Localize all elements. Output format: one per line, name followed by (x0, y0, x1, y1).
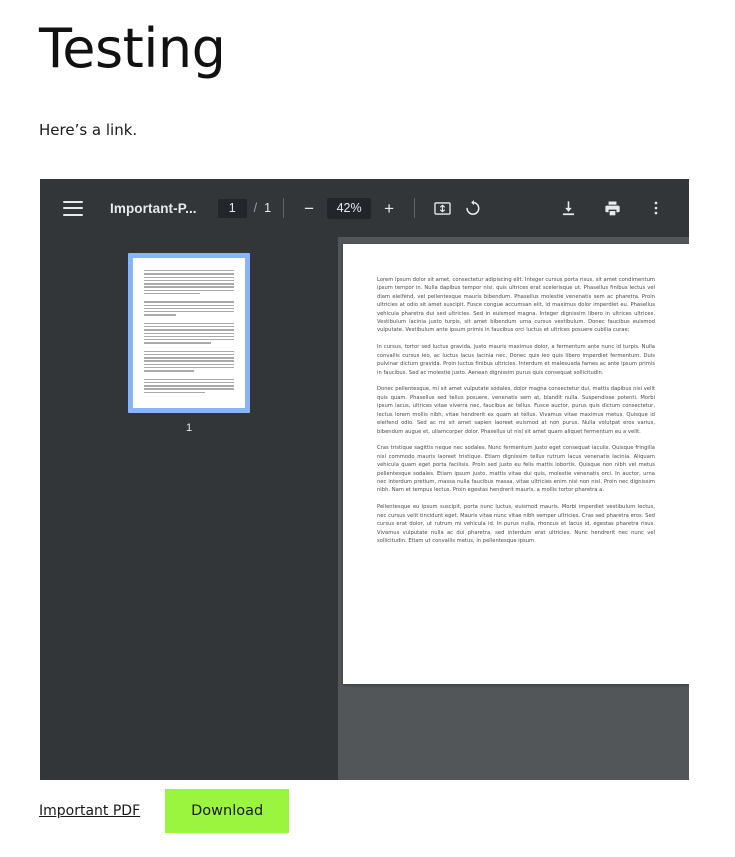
thumbnail-item[interactable] (128, 253, 250, 413)
pdf-page: Lorem ipsum dolor sit amet, consectetur … (343, 244, 689, 684)
important-pdf-link[interactable]: Important PDF (39, 803, 140, 819)
zoom-level-value[interactable]: 42% (327, 197, 372, 219)
pdf-paragraph: Donec pellentesque, mi sit amet vulputat… (377, 386, 655, 435)
zoom-controls: − 42% + (296, 195, 402, 221)
download-icon[interactable] (553, 193, 583, 223)
zoom-out-button[interactable]: − (296, 195, 322, 221)
pdf-document-pane[interactable]: Lorem ipsum dolor sit amet, consectetur … (338, 237, 689, 780)
pdf-paragraph: In cursus, tortor sed luctus gravida, ju… (377, 344, 655, 376)
toolbar-divider-1 (283, 198, 285, 218)
print-icon[interactable] (597, 193, 627, 223)
pdf-paragraph: Pellentesque eu ipsum suscipit, porta nu… (377, 504, 655, 544)
thumbnail-page-label: 1 (185, 422, 193, 434)
download-button[interactable]: Download (165, 789, 290, 833)
pdf-document-title: Important-P... (110, 200, 197, 216)
fit-to-page-icon[interactable] (427, 193, 457, 223)
more-vertical-icon[interactable] (641, 193, 671, 223)
intro-text: Here’s a link. (39, 121, 138, 139)
toolbar-divider-2 (414, 198, 416, 218)
rotate-counterclockwise-icon[interactable] (457, 193, 487, 223)
toolbar-actions (553, 193, 675, 223)
thumbnail-page-preview (133, 258, 245, 408)
hamburger-menu-icon[interactable] (58, 193, 88, 223)
total-pages-label: 1 (264, 201, 272, 215)
pdf-paragraph: Lorem ipsum dolor sit amet, consectetur … (377, 277, 655, 334)
page-number-input[interactable]: 1 (217, 198, 247, 218)
pdf-body: 1 Lorem ipsum dolor sit amet, consectetu… (40, 237, 689, 780)
footer-row: Important PDF Download (0, 789, 735, 833)
pdf-toolbar: Important-P... 1 / 1 − 42% + (40, 179, 689, 237)
pdf-paragraph: Cras tristique sagittis neque nec sodale… (377, 445, 655, 494)
zoom-in-button[interactable]: + (376, 195, 402, 221)
page-title: Testing (39, 17, 226, 80)
page-navigation: 1 / 1 (217, 198, 272, 218)
thumbnail-sidebar[interactable]: 1 (40, 237, 338, 780)
pdf-viewer[interactable]: Important-P... 1 / 1 − 42% + 1 Lorem ips… (40, 179, 689, 780)
page-separator: / (253, 201, 258, 215)
